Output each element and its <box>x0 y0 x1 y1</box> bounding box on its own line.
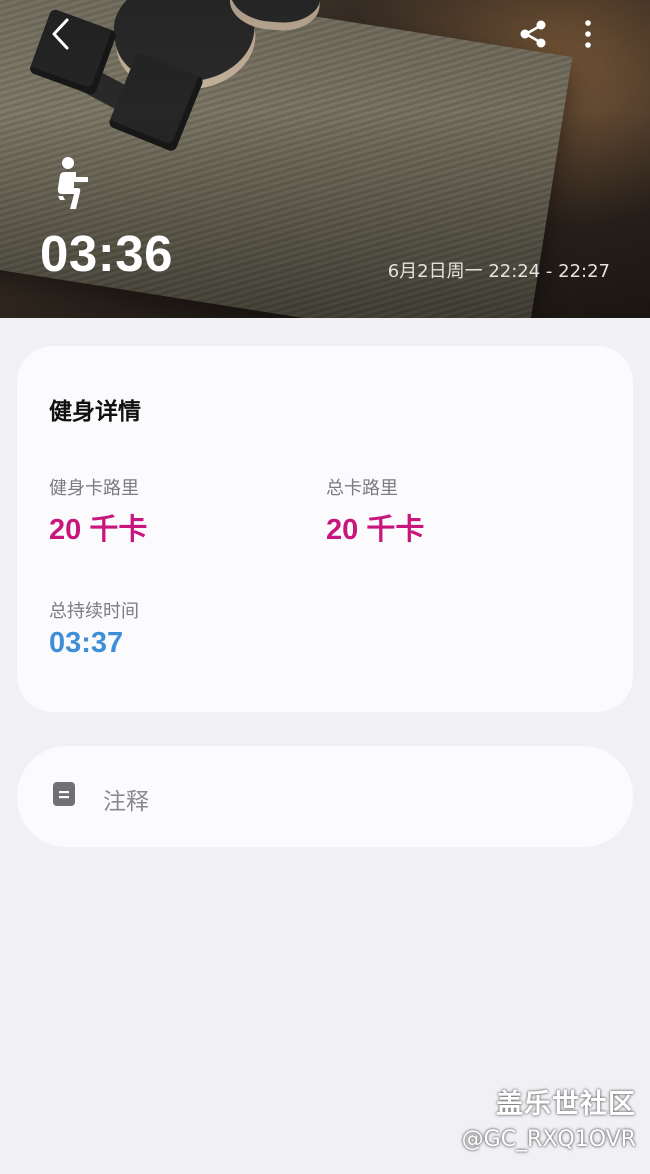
squat-person-icon <box>57 157 88 209</box>
total-duration-label: 总持续时间 <box>49 601 139 622</box>
total-calories-label: 总卡路里 <box>326 478 398 499</box>
chevron-left-icon <box>52 18 69 50</box>
total-duration-value: 03:37 <box>49 627 124 659</box>
watermark-title: 盖乐世社区 <box>496 1089 636 1120</box>
note-icon <box>53 782 75 806</box>
back-button[interactable] <box>40 14 80 54</box>
watermark-handle: @GC_RXQ1OVR <box>461 1127 636 1152</box>
workout-time-range: 6月2日周一 22:24 - 22:27 <box>387 261 610 282</box>
workout-calories-label: 健身卡路里 <box>49 478 139 499</box>
hero-banner: 03:36 6月2日周一 22:24 - 22:27 <box>0 0 650 318</box>
workout-detail-screen: 03:36 6月2日周一 22:24 - 22:27 健身详情 健身卡路里 20… <box>0 0 650 1174</box>
workout-calories-value: 20 千卡 <box>49 514 148 546</box>
workout-duration: 03:36 <box>40 225 173 282</box>
total-calories-value: 20 千卡 <box>326 514 425 546</box>
workout-details-card: 健身详情 健身卡路里 20 千卡 总卡路里 20 千卡 总持续时间 03:37 <box>17 346 633 712</box>
more-options-button[interactable] <box>570 14 606 54</box>
card-title: 健身详情 <box>49 399 141 425</box>
share-icon <box>520 20 546 48</box>
more-vertical-icon <box>585 20 591 48</box>
notes-label: 注释 <box>103 789 149 815</box>
notes-button[interactable]: 注释 <box>17 746 633 847</box>
share-button[interactable] <box>513 14 553 54</box>
